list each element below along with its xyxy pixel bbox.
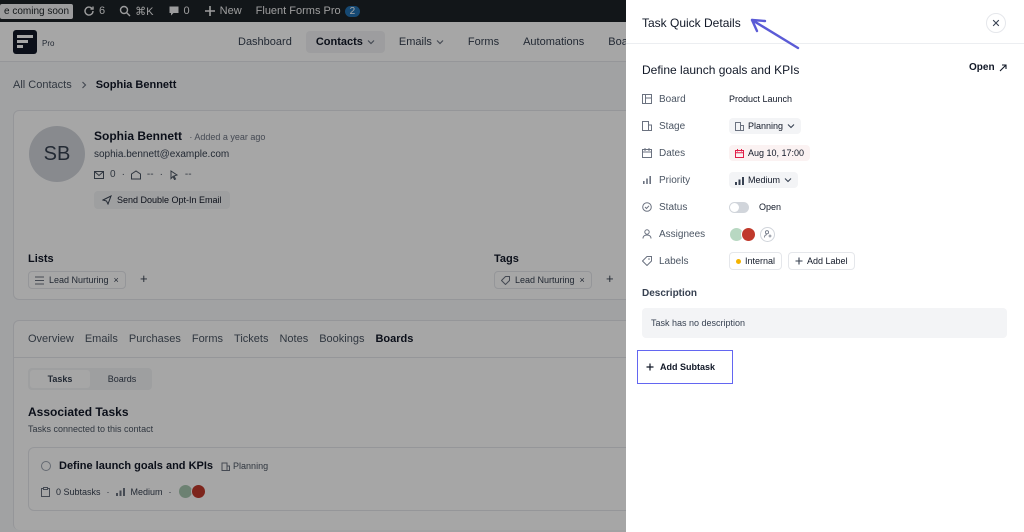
labels-field-label: Labels [642, 256, 729, 267]
description-heading: Description [642, 288, 698, 299]
check-circle-icon [642, 202, 652, 212]
board-row: Board Product Launch [642, 89, 1002, 109]
priority-select[interactable]: Medium [729, 172, 799, 188]
board-icon [642, 94, 652, 104]
plus-icon [646, 363, 654, 371]
dates-field-label: Dates [642, 148, 729, 159]
priority-row: Priority Medium [642, 170, 1002, 190]
annotation-arrow-icon [750, 18, 800, 50]
label-internal-text: Internal [745, 256, 776, 266]
dates-label: Dates [659, 147, 686, 159]
labels-label: Labels [659, 255, 689, 267]
priority-bars-icon [643, 176, 651, 184]
add-label-text: Add Label [807, 256, 848, 266]
calendar-icon [642, 148, 652, 158]
description-box[interactable]: Task has no description [642, 308, 1007, 338]
task-quick-details-drawer: Task Quick Details ✕ Define launch goals… [626, 0, 1024, 532]
add-assignee-button[interactable] [760, 226, 775, 242]
open-label: Open [969, 62, 995, 73]
plus-icon [795, 257, 803, 265]
close-button[interactable]: ✕ [986, 13, 1006, 33]
label-internal[interactable]: Internal [729, 252, 783, 270]
assignees-field-label: Assignees [642, 229, 729, 240]
assignees-row: Assignees [642, 224, 1002, 244]
chevron-down-icon [787, 124, 795, 129]
close-icon: ✕ [991, 17, 1001, 30]
add-label-button[interactable]: Add Label [788, 252, 855, 270]
status-control: Open [729, 201, 782, 213]
user-icon [642, 229, 652, 239]
calendar-icon [735, 148, 744, 158]
add-subtask-label: Add Subtask [660, 362, 716, 372]
add-user-icon [763, 230, 771, 238]
dates-picker[interactable]: Aug 10, 17:00 [729, 145, 811, 161]
drawer-title: Task Quick Details [642, 16, 741, 30]
status-toggle[interactable] [729, 201, 749, 213]
board-label: Board [659, 93, 686, 105]
priority-label: Priority [659, 174, 691, 186]
stage-value: Planning [748, 121, 784, 131]
label-color-dot [736, 258, 741, 264]
priority-field-label: Priority [642, 175, 729, 186]
modal-backdrop[interactable] [0, 0, 626, 532]
chevron-down-icon [784, 178, 792, 183]
status-field-label: Status [642, 202, 729, 213]
drawer-header: Task Quick Details ✕ [626, 0, 1024, 44]
tag-icon [642, 256, 652, 266]
status-row: Status Open [642, 197, 1002, 217]
stage-row: Stage Planning [642, 116, 1002, 136]
assignees-label: Assignees [659, 228, 706, 240]
priority-bars-icon [735, 176, 744, 185]
board-value: Product Launch [729, 94, 793, 104]
labels-row: Labels Internal Add Label [642, 251, 1002, 271]
open-task-link[interactable]: Open [969, 62, 1007, 73]
add-subtask-button[interactable]: Add Subtask [637, 350, 733, 384]
stage-label: Stage [659, 120, 686, 132]
board-field-label: Board [642, 94, 729, 105]
dates-value: Aug 10, 17:00 [748, 148, 805, 158]
dates-row: Dates Aug 10, 17:00 [642, 143, 1002, 163]
external-arrow-icon [999, 63, 1007, 71]
assignee-avatar[interactable] [741, 226, 756, 242]
stage-field-label: Stage [642, 121, 729, 132]
status-value: Open [759, 202, 782, 212]
status-label: Status [659, 201, 688, 213]
assignees-value [729, 226, 775, 242]
stage-select[interactable]: Planning [729, 118, 802, 134]
building-icon [735, 121, 744, 131]
task-title: Define launch goals and KPIs [642, 63, 800, 77]
building-icon [642, 121, 652, 131]
labels-value: Internal Add Label [729, 252, 855, 270]
priority-value: Medium [748, 175, 781, 185]
